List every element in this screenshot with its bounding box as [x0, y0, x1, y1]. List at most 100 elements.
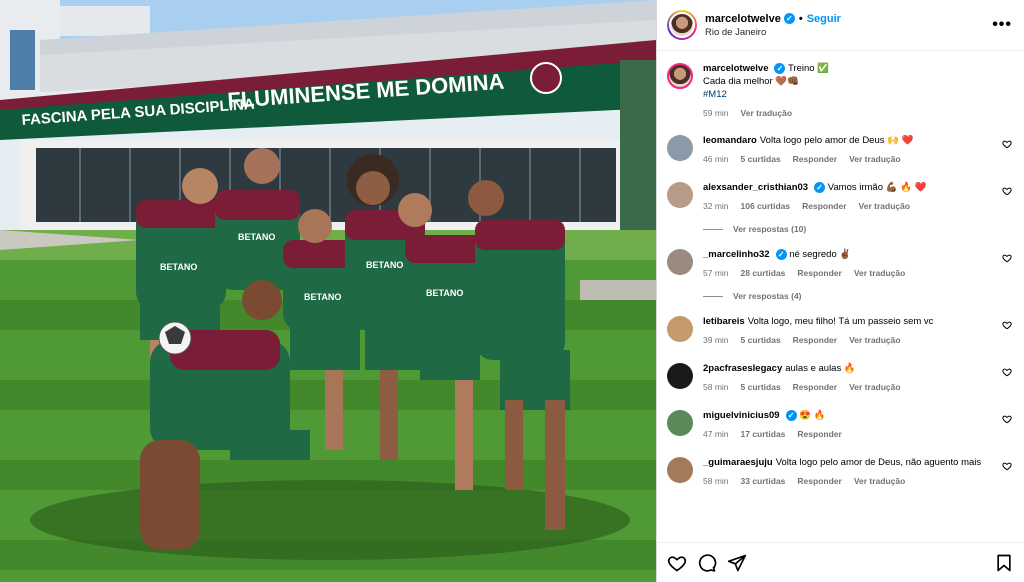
comment-text: Volta logo pelo amor de Deus, não aguent… — [775, 457, 982, 468]
comment-likes[interactable]: 5 curtidas — [741, 381, 781, 394]
verified-icon: ✓ — [774, 63, 786, 74]
commenter-username[interactable]: _guimaraesjuju — [703, 457, 773, 468]
reply-button[interactable]: Responder — [797, 475, 841, 488]
comment-item: leomandaro Volta logo pelo amor de Deus 🙌… — [667, 134, 1012, 166]
reply-button[interactable]: Responder — [797, 267, 841, 280]
comment-like-heart-icon[interactable] — [1002, 461, 1012, 471]
comment-likes[interactable]: 106 curtidas — [741, 200, 791, 213]
comment-items: leomandaro Volta logo pelo amor de Deus 🙌… — [667, 134, 1012, 488]
reply-button[interactable]: Responder — [797, 428, 841, 441]
post-photo[interactable]: FASCINA PELA SUA DISCIPLINA FLUMINENSE M… — [0, 0, 656, 582]
verified-icon: ✓ — [814, 182, 826, 193]
commenter-username[interactable]: leomandaro — [703, 135, 757, 146]
caption-hashtag[interactable]: #M12 — [703, 88, 1004, 101]
bookmark-icon[interactable] — [994, 553, 1014, 573]
comment-text: aulas e aulas 🔥 — [785, 363, 856, 374]
caption-time: 59 min — [703, 108, 729, 118]
comment-likes[interactable]: 5 curtidas — [741, 334, 781, 347]
translate-link[interactable]: Ver tradução — [849, 381, 901, 394]
shirt-text-1: BETANO — [160, 262, 197, 272]
comment-like-heart-icon[interactable] — [1002, 367, 1012, 377]
commenter-avatar[interactable] — [667, 135, 693, 161]
more-options-icon[interactable]: ••• — [992, 16, 1012, 34]
reply-button[interactable]: Responder — [793, 153, 837, 166]
verified-icon: ✓ — [783, 13, 795, 24]
follow-button[interactable]: Seguir — [807, 13, 841, 25]
view-replies-button[interactable]: Ver respostas (4) — [703, 291, 1012, 301]
commenter-username[interactable]: alexsander_cristhian03 — [703, 182, 808, 193]
author-avatar[interactable] — [667, 10, 697, 40]
caption-avatar[interactable] — [667, 63, 693, 89]
comment-time: 47 min — [703, 429, 729, 439]
photo-scene: FASCINA PELA SUA DISCIPLINA FLUMINENSE M… — [0, 0, 656, 582]
comment-item: _guimaraesjuju Volta logo pelo amor de De… — [667, 456, 1012, 488]
replies-line — [703, 228, 723, 230]
comment-like-heart-icon[interactable] — [1002, 186, 1012, 196]
comment-item: alexsander_cristhian03 ✓ Vamos irmão 💪🏾 🔥… — [667, 181, 1012, 213]
caption-line-1: Treino ✅ — [787, 63, 829, 74]
translate-link[interactable]: Ver tradução — [849, 153, 901, 166]
heart-icon[interactable] — [667, 553, 687, 573]
comment-item: _marcelinho32 ✓ né segredo ✌🏾 57 min 28 cur… — [667, 248, 1012, 280]
comment-text: Vamos irmão 💪🏾 🔥 ❤️ — [827, 182, 927, 193]
verified-icon: ✓ — [775, 249, 787, 260]
caption-username[interactable]: marcelotwelve — [703, 63, 768, 74]
comments-list[interactable]: marcelotwelve ✓ Treino ✅ Cada dia melhor … — [657, 52, 1024, 542]
verified-icon: ✓ — [785, 410, 797, 421]
commenter-avatar[interactable] — [667, 316, 693, 342]
action-bar — [657, 542, 1024, 582]
shirt-text-4: BETANO — [366, 260, 403, 270]
author-username[interactable]: marcelotwelve — [705, 13, 781, 25]
post-header: marcelotwelve ✓ • Seguir Rio de Janeiro … — [657, 0, 1024, 51]
replies-line — [703, 295, 723, 297]
post-location[interactable]: Rio de Janeiro — [705, 27, 992, 38]
comment-likes[interactable]: 5 curtidas — [741, 153, 781, 166]
view-replies-label[interactable]: Ver respostas (10) — [733, 224, 806, 234]
comment-like-heart-icon[interactable] — [1002, 320, 1012, 330]
comment-time: 39 min — [703, 335, 729, 345]
comment-like-heart-icon[interactable] — [1002, 414, 1012, 424]
comment-item: 2pacfraseslegacy aulas e aulas 🔥 58 min 5 c… — [667, 362, 1012, 394]
reply-button[interactable]: Responder — [802, 200, 846, 213]
shirt-text-3: BETANO — [304, 292, 341, 302]
comment-text: Volta logo pelo amor de Deus 🙌 ❤️ — [759, 135, 914, 146]
comment-time: 57 min — [703, 268, 729, 278]
commenter-username[interactable]: 2pacfraseslegacy — [703, 363, 782, 374]
comment-text: Volta logo, meu filho! Tá um passeio sem… — [747, 316, 934, 327]
commenter-avatar[interactable] — [667, 249, 693, 275]
comment-text: 😍 🔥 — [799, 410, 826, 421]
view-replies-label[interactable]: Ver respostas (4) — [733, 291, 802, 301]
post-side-panel: marcelotwelve ✓ • Seguir Rio de Janeiro … — [656, 0, 1024, 582]
comment-likes[interactable]: 28 curtidas — [741, 267, 786, 280]
reply-button[interactable]: Responder — [793, 334, 837, 347]
comment-time: 58 min — [703, 382, 729, 392]
caption-translate-link[interactable]: Ver tradução — [741, 107, 793, 120]
commenter-username[interactable]: _marcelinho32 — [703, 249, 770, 260]
translate-link[interactable]: Ver tradução — [849, 334, 901, 347]
comment-text: né segredo ✌🏾 — [789, 249, 852, 260]
commenter-avatar[interactable] — [667, 410, 693, 436]
translate-link[interactable]: Ver tradução — [854, 267, 906, 280]
shirt-text-2: BETANO — [238, 232, 275, 242]
comment-like-heart-icon[interactable] — [1002, 253, 1012, 263]
commenter-username[interactable]: letibareis — [703, 316, 745, 327]
post-caption: marcelotwelve ✓ Treino ✅ Cada dia melhor … — [667, 62, 1012, 120]
translate-link[interactable]: Ver tradução — [854, 475, 906, 488]
comment-time: 58 min — [703, 476, 729, 486]
view-replies-button[interactable]: Ver respostas (10) — [703, 224, 1012, 234]
comment-item: letibareis Volta logo, meu filho! Tá um p… — [667, 315, 1012, 347]
comment-time: 32 min — [703, 201, 729, 211]
reply-button[interactable]: Responder — [793, 381, 837, 394]
commenter-avatar[interactable] — [667, 363, 693, 389]
comment-icon[interactable] — [697, 553, 717, 573]
comment-time: 46 min — [703, 154, 729, 164]
commenter-avatar[interactable] — [667, 457, 693, 483]
comment-likes[interactable]: 17 curtidas — [741, 428, 786, 441]
comment-like-heart-icon[interactable] — [1002, 139, 1012, 149]
share-icon[interactable] — [727, 553, 747, 573]
comment-likes[interactable]: 33 curtidas — [741, 475, 786, 488]
commenter-username[interactable]: miguelvinicius09 — [703, 410, 780, 421]
commenter-avatar[interactable] — [667, 182, 693, 208]
translate-link[interactable]: Ver tradução — [859, 200, 911, 213]
caption-line-2: Cada dia melhor 🤎👊🏾 — [703, 76, 800, 87]
